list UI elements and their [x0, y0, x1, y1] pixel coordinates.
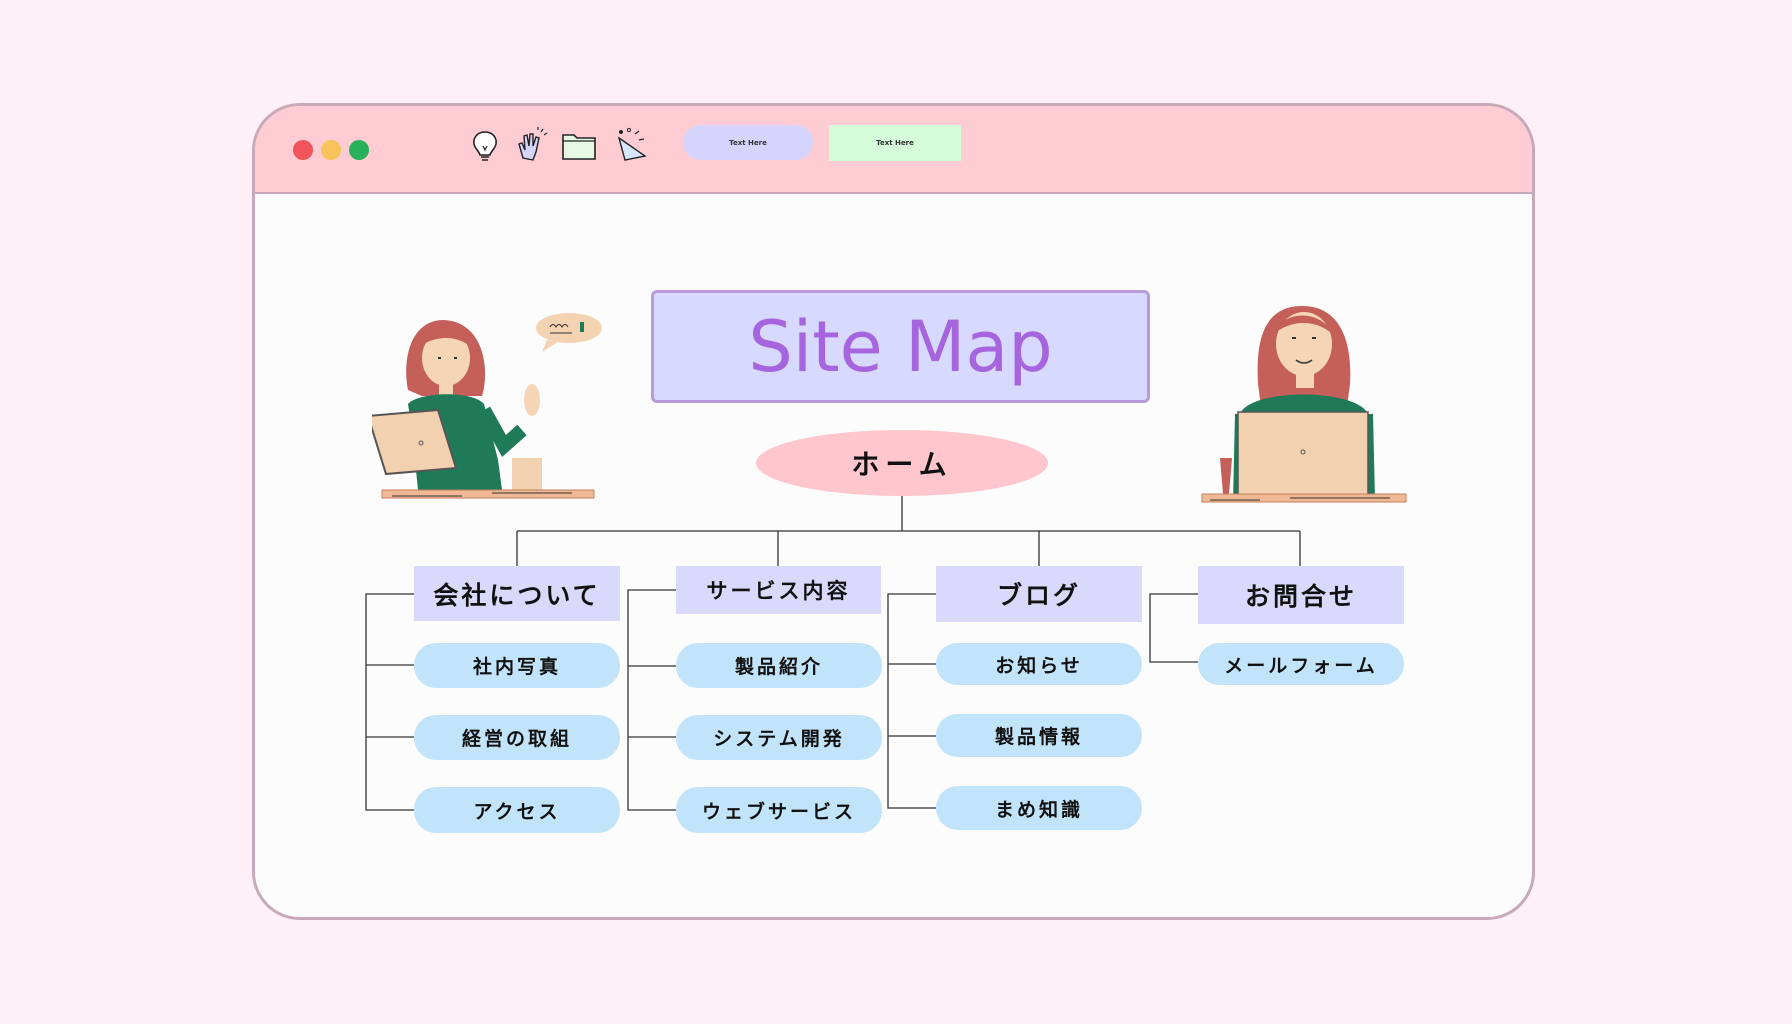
child-node[interactable]: まめ知識	[936, 786, 1142, 830]
child-node[interactable]: 経営の取組	[414, 715, 620, 760]
folder-icon[interactable]	[559, 126, 599, 166]
maximize-dot[interactable]	[349, 140, 369, 160]
party-popper-icon[interactable]	[611, 126, 651, 166]
child-node[interactable]: システム開発	[676, 715, 882, 760]
category-blog[interactable]: ブログ	[936, 566, 1142, 622]
child-node[interactable]: 社内写真	[414, 643, 620, 688]
child-node[interactable]: ウェブサービス	[676, 787, 882, 833]
title-bar: Text Here Text Here	[255, 106, 1532, 194]
child-node[interactable]: メールフォーム	[1198, 643, 1404, 685]
clap-hands-icon[interactable]	[511, 126, 551, 166]
child-node[interactable]: 製品紹介	[676, 643, 882, 688]
home-node[interactable]: ホーム	[756, 430, 1048, 496]
child-node[interactable]: 製品情報	[936, 714, 1142, 757]
child-node[interactable]: お知らせ	[936, 643, 1142, 685]
woman-with-laptop-illustration	[1201, 306, 1407, 503]
category-services[interactable]: サービス内容	[676, 566, 881, 614]
close-dot[interactable]	[293, 140, 313, 160]
woman-with-tablet-illustration	[372, 313, 602, 499]
category-contact[interactable]: お問合せ	[1198, 566, 1404, 624]
site-map-title: Site Map	[651, 290, 1150, 403]
toolbar-box-button[interactable]: Text Here	[829, 125, 961, 161]
category-about[interactable]: 会社について	[414, 566, 620, 621]
child-node[interactable]: アクセス	[414, 787, 620, 833]
toolbar-pill-button[interactable]: Text Here	[683, 125, 813, 160]
minimize-dot[interactable]	[321, 140, 341, 160]
lightbulb-icon[interactable]	[465, 126, 505, 166]
